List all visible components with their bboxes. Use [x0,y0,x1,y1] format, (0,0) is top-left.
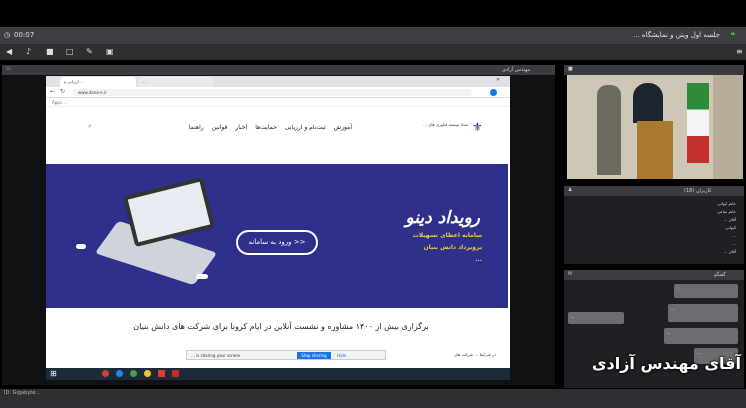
screen: ◷ 00:07 جلسه اول ویتن و نمایشگاه ... ❧ ◀… [0,0,746,408]
video-pane-header: ■ [564,65,744,75]
chat-message: ... [664,328,738,344]
nav-item-news[interactable]: اخبار [235,124,247,131]
hero-banner: ورود به سامانه >> رویداد دینو سامانه اعط… [46,164,508,308]
browser-tab[interactable]: ارزیابی و ... [60,77,136,87]
participants-list: خانم ایوانی خانم ساعی آقای ... کیوانی ..… [624,200,736,256]
cloud-icon [76,244,86,249]
layout-icon[interactable]: ▣ [106,47,114,56]
windows-start-icon[interactable]: ⊞ [50,369,57,378]
chat-message: ... [674,284,738,298]
participant-item[interactable]: آقای ... [624,216,736,224]
app-icon[interactable] [130,370,137,377]
site-header: ⚜ ستاد توسعه فناوری های ... آموزش ثبت‌نا… [46,108,510,158]
chat-header: ✉ گفتگو [564,270,744,280]
participant-item[interactable]: خانم ساعی [624,208,736,216]
hero-subtitle: برویرداد دانش بنیان [423,244,483,251]
flag [687,83,709,163]
body-text: در شرایط ... شرکت های [453,352,496,357]
microphone-icon[interactable]: ♪ [26,47,31,56]
status-text: ID: Gigabyte... [4,390,41,396]
status-bar: ID: Gigabyte... [0,389,746,408]
chat-title: گفتگو [714,272,726,278]
bookmarks-label[interactable]: Apps ... [52,100,67,105]
participants-header: ♟ کاربران (18) [564,186,744,196]
meeting-toolbar: ◀ ♪ ■ □ ✎ ▣ ≡ [0,44,746,60]
hide-button[interactable]: Hide [337,353,346,358]
title-bar: ◷ 00:07 جلسه اول ویتن و نمایشگاه ... ❧ [0,27,746,44]
users-icon: ♟ [568,187,573,193]
news-headline[interactable]: برگزاری بیش از ۱۴۰۰ مشاوره و نشست آنلاین… [66,322,496,331]
app-icon[interactable] [158,370,165,377]
search-icon[interactable]: ⌕ [88,122,92,131]
address-bar: ← ↻ www.dana-e.ir [46,87,510,98]
speaker-icon[interactable]: ◀ [6,47,12,56]
participant-item[interactable]: ... [624,232,736,240]
camera-icon: ■ [568,66,573,72]
hero-subtitle: سامانه اعطای تسهیلات [412,232,482,239]
nav-item-laws[interactable]: قوانین [212,124,228,131]
browser-tab[interactable]: ... [138,77,214,87]
enter-system-button[interactable]: ورود به سامانه >> [236,230,318,255]
share-pane-header: ▭ مهندس آزادی [2,65,555,75]
stop-sharing-button[interactable]: Stop sharing [297,352,331,359]
chat-message: ... [568,312,624,324]
nav-item-register[interactable]: ثبت‌نام و ارزیابی [285,124,326,131]
share-pane-title: مهندس آزادی [502,67,531,73]
participants-title: کاربران (18) [684,188,712,194]
windows-taskbar: ⊞ [46,368,510,380]
screen-share-icon[interactable]: □ [66,47,74,56]
browser-tab-bar: ارزیابی و ... ... ✕ [46,76,510,87]
nav-item-education[interactable]: آموزش [334,124,352,131]
url-field[interactable]: www.dana-e.ir [72,89,472,96]
speaker-caption: آقای مهندس آزادی [591,354,741,373]
hero-title: رویداد دینو [405,208,481,228]
back-icon[interactable]: ← [50,88,55,95]
sharing-text: ... is sharing your screen [191,353,241,358]
camera-icon[interactable]: ■ [46,47,54,56]
menu-icon[interactable]: ≡ [736,47,743,56]
chat-message: ... [668,304,738,322]
emblem-icon: ⚜ [472,120,483,134]
curtain [713,75,743,179]
person-figure [597,85,621,175]
speaker-video [567,75,743,179]
bookmarks-bar: Apps ... [46,98,510,107]
close-icon[interactable]: ✕ [496,77,500,83]
podium [637,121,673,179]
participant-item[interactable]: ... [624,240,736,248]
participant-item[interactable]: کیوانی [624,224,736,232]
share-pane-icon: ▭ [6,66,11,72]
pen-icon[interactable]: ✎ [86,47,93,56]
clock-icon: ◷ [4,31,11,39]
cloud-icon [196,274,208,279]
participants-panel: ♟ کاربران (18) خانم ایوانی خانم ساعی آقا… [564,186,744,264]
hero-subtitle: ... [475,256,482,263]
participant-item[interactable]: خانم ایوانی [624,200,736,208]
leaf-icon: ❧ [730,30,736,38]
nav-item-support[interactable]: حمایت‌ها [255,124,277,131]
sharing-banner: ... is sharing your screen Stop sharing … [186,350,386,360]
app-icon[interactable] [172,370,179,377]
app-icon[interactable] [116,370,123,377]
shared-browser: ارزیابی و ... ... ✕ ← ↻ www.dana-e.ir Ap… [46,76,510,380]
profile-icon[interactable] [490,89,497,96]
timer: 00:07 [14,31,35,39]
nav-item-guide[interactable]: راهنما [189,124,204,131]
participant-item[interactable]: آقای ... [624,248,736,256]
chat-icon: ✉ [568,271,573,277]
speaker-figure [633,83,663,123]
org-name: ستاد توسعه فناوری های ... [423,122,468,127]
refresh-icon[interactable]: ↻ [60,88,65,95]
chrome-icon[interactable] [144,370,151,377]
app-icon[interactable] [102,370,109,377]
window-title: جلسه اول ویتن و نمایشگاه ... [633,31,720,39]
site-nav-menu: آموزش ثبت‌نام و ارزیابی حمایت‌ها اخبار ق… [136,124,352,131]
laptop-illustration-screen [122,176,216,248]
